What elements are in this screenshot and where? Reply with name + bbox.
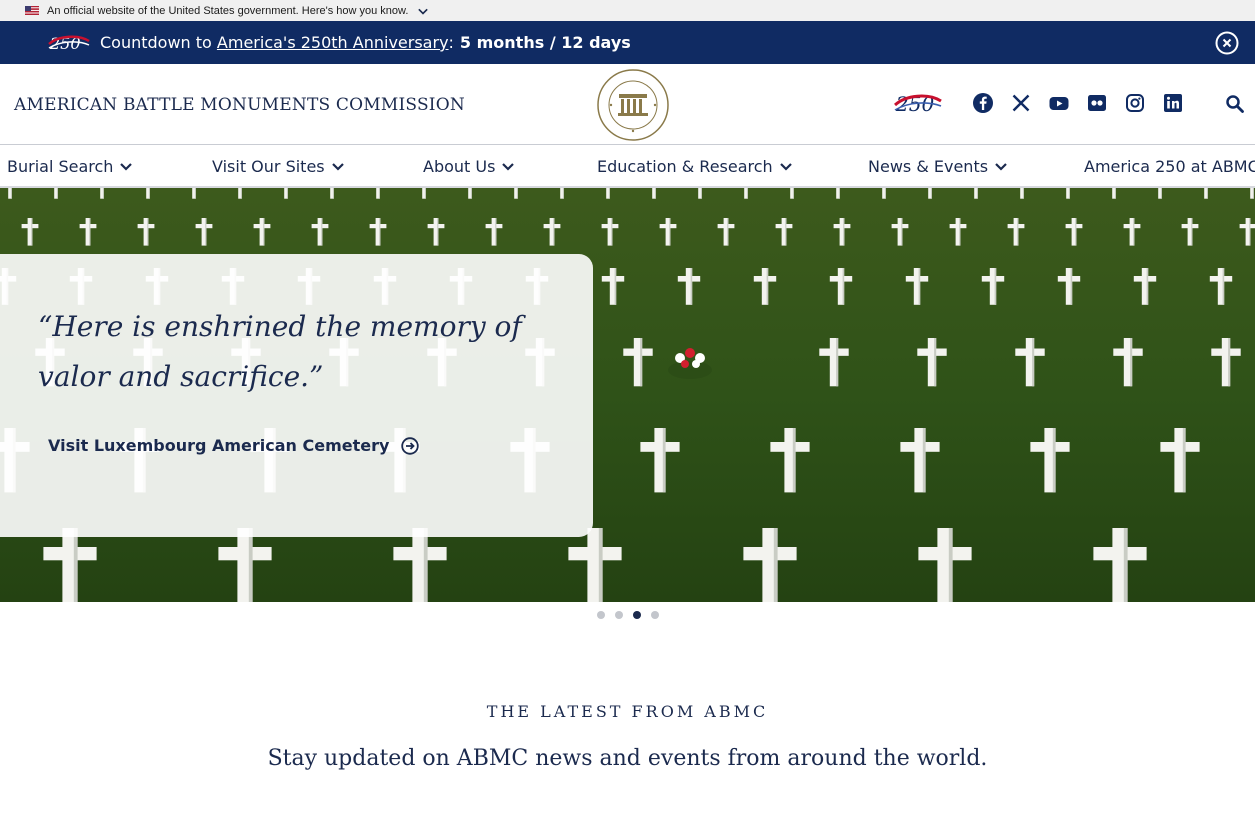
- instagram-icon[interactable]: [1124, 92, 1146, 114]
- abmc-seal-logo-icon[interactable]: [597, 69, 669, 141]
- hero-quote-card: “Here is enshrined the memory of valor a…: [0, 254, 593, 537]
- nav-item-burial-search[interactable]: Burial Search: [7, 157, 133, 176]
- latest-heading: THE LATEST FROM ABMC: [486, 702, 769, 721]
- nav-item-label: News & Events: [868, 157, 989, 176]
- visit-cemetery-link[interactable]: Visit Luxembourg American Cemetery: [48, 436, 420, 455]
- main-nav: Burial Search Visit Our Sites About Us E…: [0, 145, 1255, 188]
- nav-item-america-250[interactable]: America 250 at ABMC: [1084, 157, 1255, 176]
- facebook-icon[interactable]: [972, 92, 994, 114]
- slider-dot[interactable]: [651, 611, 659, 619]
- gov-banner-text: An official website of the United States…: [47, 4, 409, 17]
- flickr-icon[interactable]: [1086, 92, 1108, 114]
- search-icon[interactable]: [1225, 94, 1245, 114]
- nav-item-label: Visit Our Sites: [212, 157, 325, 176]
- social-links: 250: [894, 90, 1200, 116]
- slider-dot[interactable]: [597, 611, 605, 619]
- america-250-link[interactable]: America's 250th Anniversary: [217, 33, 449, 52]
- chevron-down-icon: [502, 162, 515, 171]
- org-name[interactable]: AMERICAN BATTLE MONUMENTS COMMISSION: [14, 95, 465, 115]
- slider-dot[interactable]: [615, 611, 623, 619]
- hero-quote: “Here is enshrined the memory of valor a…: [38, 310, 522, 393]
- slider-dot[interactable]: [633, 611, 641, 619]
- chevron-down-icon: [995, 162, 1007, 171]
- site-header: AMERICAN BATTLE MONUMENTS COMMISSION 250: [0, 64, 1255, 145]
- latest-subtitle: Stay updated on ABMC news and events fro…: [267, 746, 988, 771]
- nav-item-label: Burial Search: [7, 157, 114, 176]
- countdown-colon: :: [448, 33, 454, 52]
- chevron-down-icon: [331, 162, 344, 171]
- countdown-banner: 250 Countdown to America's 250th Anniver…: [0, 21, 1255, 64]
- x-icon[interactable]: [1010, 92, 1032, 114]
- visit-cemetery-link-label: Visit Luxembourg American Cemetery: [48, 436, 390, 455]
- countdown-remaining: 5 months / 12 days: [459, 33, 631, 52]
- nav-item-label: America 250 at ABMC: [1084, 157, 1255, 176]
- us-flag-icon: [25, 6, 39, 15]
- america-250-logo-icon: 250: [48, 34, 90, 53]
- close-icon[interactable]: [1215, 31, 1239, 55]
- slider-dots: [597, 611, 669, 619]
- nav-item-label: Education & Research: [597, 157, 773, 176]
- gov-banner: An official website of the United States…: [0, 0, 1255, 21]
- countdown-prefix: Countdown to: [100, 33, 217, 52]
- nav-item-about-us[interactable]: About Us: [423, 157, 515, 176]
- chevron-down-icon[interactable]: [418, 6, 429, 16]
- arrow-circle-right-icon: [401, 436, 420, 455]
- youtube-icon[interactable]: [1048, 92, 1070, 114]
- america-250-logo-icon[interactable]: 250: [894, 90, 942, 116]
- linkedin-icon[interactable]: [1162, 92, 1184, 114]
- nav-item-news-events[interactable]: News & Events: [868, 157, 1007, 176]
- chevron-down-icon: [779, 162, 792, 171]
- chevron-down-icon: [120, 162, 133, 171]
- nav-item-label: About Us: [423, 157, 496, 176]
- hero-slider: “Here is enshrined the memory of valor a…: [0, 188, 1255, 602]
- nav-item-education-research[interactable]: Education & Research: [597, 157, 792, 176]
- nav-item-visit-our-sites[interactable]: Visit Our Sites: [212, 157, 344, 176]
